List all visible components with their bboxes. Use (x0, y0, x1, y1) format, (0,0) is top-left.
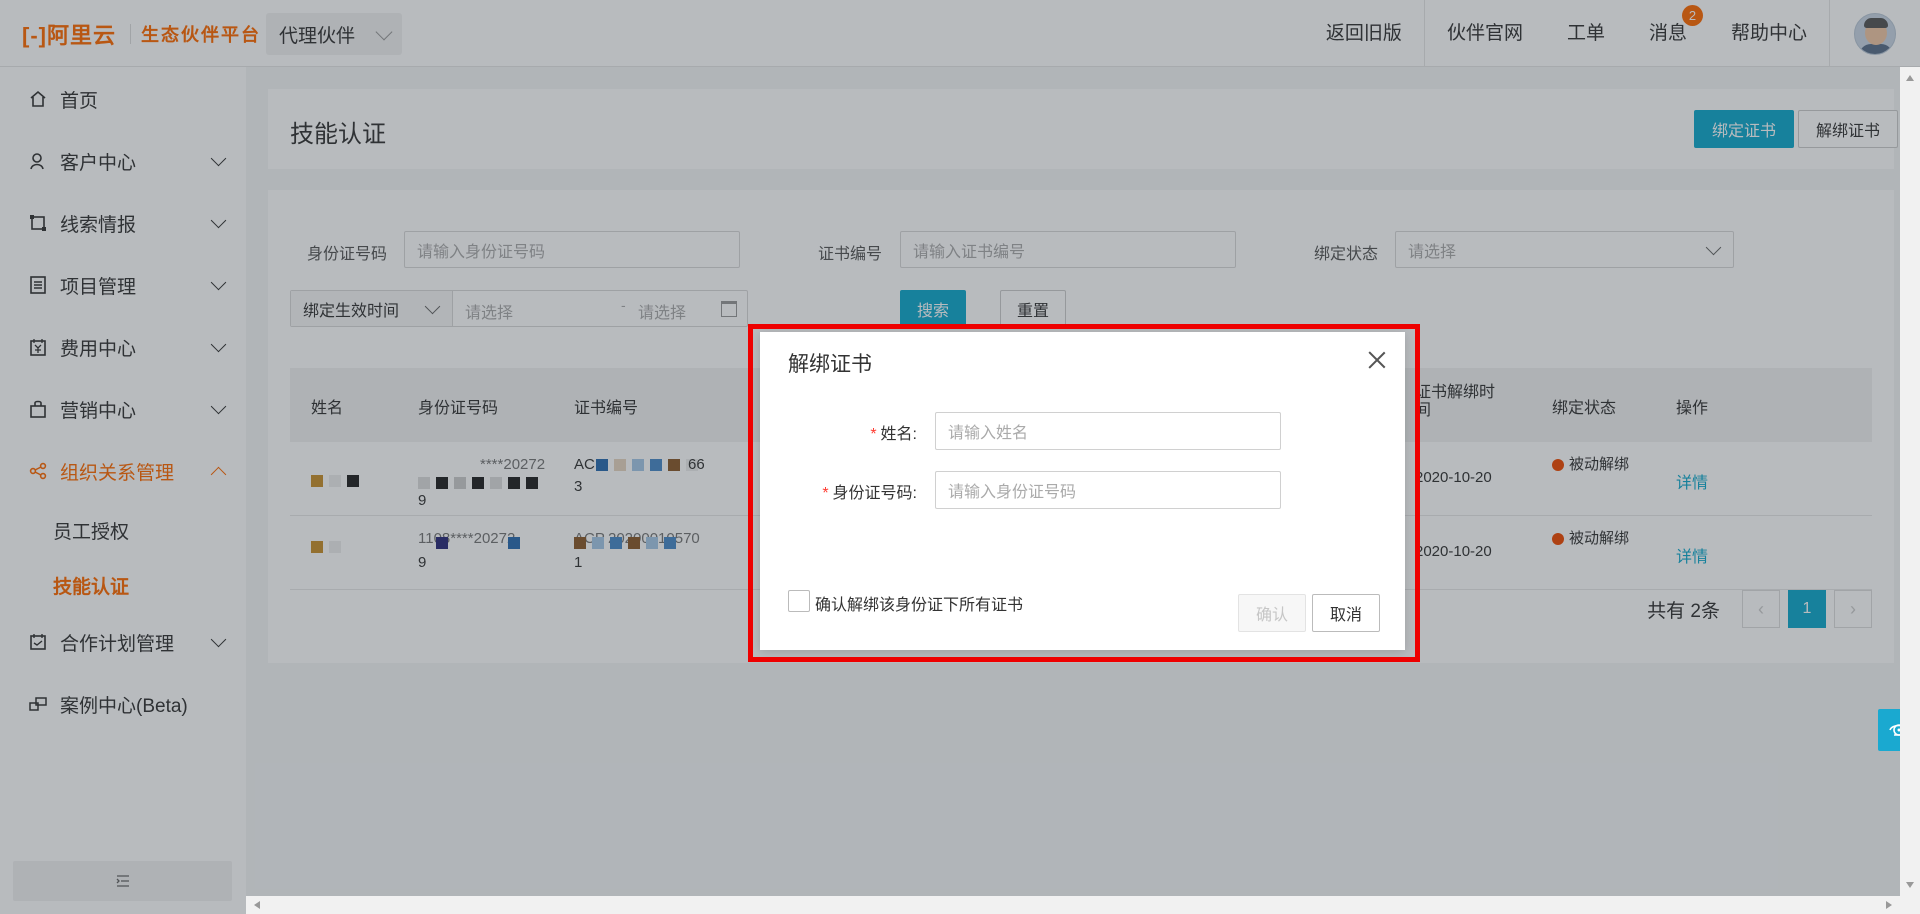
horizontal-scrollbar[interactable] (246, 896, 1920, 914)
vertical-scrollbar[interactable] (1900, 67, 1920, 896)
scroll-down-icon[interactable] (1906, 882, 1914, 888)
scroll-up-icon[interactable] (1906, 75, 1914, 81)
highlight-box (748, 324, 1420, 662)
scroll-left-icon[interactable] (254, 901, 260, 909)
scroll-right-icon[interactable] (1886, 901, 1892, 909)
